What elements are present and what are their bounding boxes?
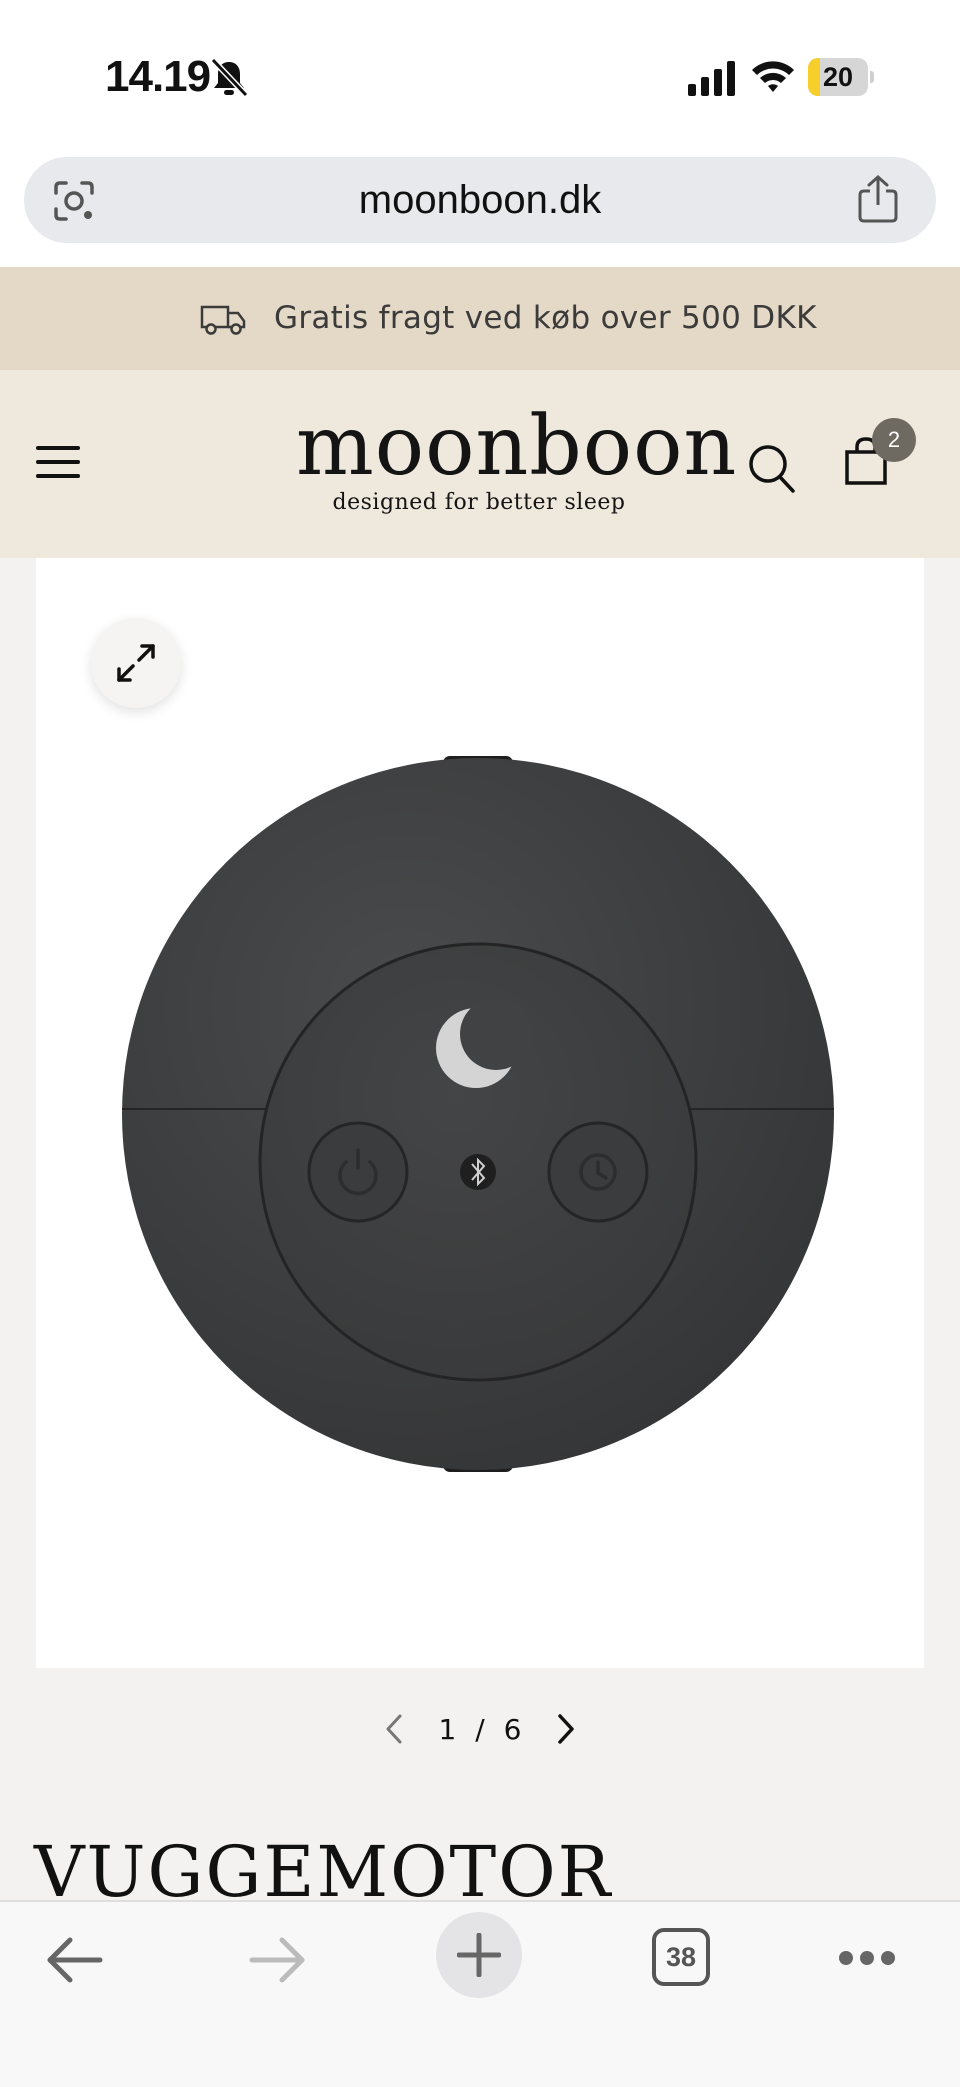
product-image[interactable] xyxy=(36,558,924,1668)
status-time: 14.19 xyxy=(105,52,211,101)
browser-toolbar: 38 xyxy=(0,1900,960,2087)
browser-address-area: moonboon.dk xyxy=(0,150,960,267)
url-text[interactable]: moonboon.dk xyxy=(24,157,936,243)
pagination-indicator: 1 / 6 xyxy=(430,1700,530,1760)
chevron-right-icon[interactable] xyxy=(550,1712,580,1746)
site-logo[interactable]: moonboon designed for better sleep xyxy=(296,399,738,516)
plus-icon xyxy=(457,1933,501,1977)
share-icon[interactable] xyxy=(856,175,900,223)
signal-icon xyxy=(688,61,735,96)
free-shipping-banner: Gratis fragt ved køb over 500 DKK xyxy=(0,267,960,370)
chevron-left-icon[interactable] xyxy=(380,1712,410,1746)
search-icon[interactable] xyxy=(748,442,796,494)
expand-icon xyxy=(117,644,155,682)
image-pagination: 1 / 6 xyxy=(0,1700,960,1760)
crib-motor-device-photo xyxy=(122,756,834,1472)
site-header: moonboon designed for better sleep 2 xyxy=(0,370,960,558)
url-bar[interactable]: moonboon.dk xyxy=(24,157,936,243)
expand-image-button[interactable] xyxy=(91,618,181,708)
new-tab-button[interactable] xyxy=(436,1912,522,1998)
more-icon[interactable] xyxy=(838,1950,896,1966)
forward-arrow-icon[interactable] xyxy=(248,1932,308,1988)
wifi-icon xyxy=(752,61,794,92)
menu-icon[interactable] xyxy=(36,446,80,478)
battery-percentage: 20 xyxy=(822,62,854,92)
bell-off-icon xyxy=(210,58,248,98)
tab-switcher-button[interactable]: 38 xyxy=(652,1928,710,1986)
logo-wordmark: moonboon xyxy=(296,399,738,494)
battery-icon: 20 xyxy=(808,58,874,96)
status-bar: 14.19 20 xyxy=(0,0,960,150)
truck-icon xyxy=(200,305,246,335)
back-arrow-icon[interactable] xyxy=(44,1932,104,1988)
total-images-number: 6 xyxy=(503,1713,522,1746)
promo-text: Gratis fragt ved køb over 500 DKK xyxy=(274,300,817,336)
cart-count-badge[interactable]: 2 xyxy=(872,418,916,462)
pagination-separator: / xyxy=(475,1713,485,1746)
current-image-number: 1 xyxy=(438,1713,457,1746)
logo-tagline: designed for better sleep xyxy=(332,490,626,515)
